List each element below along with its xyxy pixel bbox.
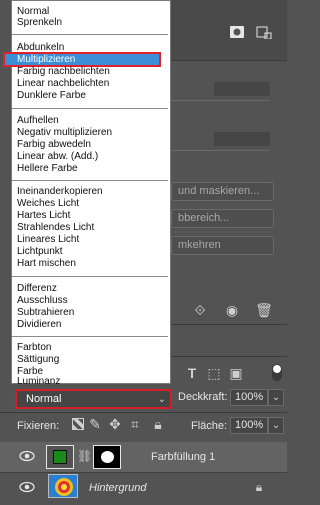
divider (171, 356, 287, 357)
visibility-eye-icon[interactable] (18, 480, 36, 496)
layer-row-color-fill[interactable] (0, 442, 287, 472)
chevron-down-icon: ⌄ (271, 420, 281, 431)
opacity-label: Deckkraft: (178, 391, 228, 403)
image-preview (49, 475, 77, 497)
lock-transparent-icon[interactable] (72, 418, 84, 430)
lock-all-icon[interactable]: 🔒︎ (150, 416, 166, 433)
chain-link-icon[interactable]: ⛓ (77, 449, 92, 463)
menu-item-multiply[interactable]: Multiplizieren (17, 54, 75, 66)
menu-item-linear-light[interactable]: Lineares Licht (17, 234, 79, 246)
opacity-input[interactable]: 100% (230, 389, 268, 406)
mask-pixel-icon[interactable] (228, 25, 246, 42)
mask-shape (101, 451, 114, 463)
divider (0, 412, 287, 413)
menu-item-subtract[interactable]: Subtrahieren (17, 307, 74, 319)
divider (171, 324, 287, 325)
menu-item-dissolve[interactable]: Sprenkeln (17, 17, 62, 29)
menu-item-difference[interactable]: Differenz (17, 283, 57, 295)
shape-filter-icon[interactable]: ⬚ (206, 365, 222, 382)
menu-item-hard-mix[interactable]: Hart mischen (17, 258, 76, 270)
fill-input[interactable]: 100% (230, 417, 268, 434)
menu-item-darker-color[interactable]: Dunklere Farbe (17, 90, 86, 102)
delete-mask-icon[interactable]: 🗑 (254, 302, 274, 319)
layer-thumbnail-image[interactable] (48, 474, 78, 498)
menu-item-hue[interactable]: Farbton (17, 342, 51, 354)
smart-object-filter-icon[interactable]: ▣ (228, 365, 244, 382)
chevron-down-icon: ⌄ (271, 392, 281, 403)
visibility-eye-icon[interactable] (18, 449, 36, 465)
menu-item-linear-burn[interactable]: Linear nachbelichten (17, 78, 109, 90)
menu-item-pin-light[interactable]: Lichtpunkt (17, 246, 63, 258)
divider (171, 60, 287, 61)
layer-mask-thumbnail[interactable] (93, 445, 121, 469)
menu-item-darken[interactable]: Abdunkeln (17, 42, 64, 54)
lock-image-brush-icon[interactable]: ✎ (88, 416, 102, 433)
layer-name[interactable]: Farbfüllung 1 (151, 451, 215, 463)
menu-item-saturation[interactable]: Sättigung (17, 354, 59, 366)
mask-vector-icon[interactable] (255, 25, 273, 42)
menu-item-divide[interactable]: Dividieren (17, 319, 61, 331)
menu-separator (12, 276, 168, 277)
menu-item-hard-light[interactable]: Hartes Licht (17, 210, 70, 222)
lock-artboard-icon[interactable]: ⌗ (127, 416, 143, 433)
menu-item-vivid-light[interactable]: Strahlendes Licht (17, 222, 94, 234)
density-field[interactable] (214, 82, 270, 96)
menu-item-color-burn[interactable]: Farbig nachbelichten (17, 66, 110, 78)
select-and-mask-button[interactable]: und maskieren... (171, 182, 274, 201)
fill-label: Fläche: (191, 420, 228, 432)
feather-slider[interactable] (171, 150, 270, 151)
menu-separator (12, 108, 168, 109)
layer-thumbnail-frame[interactable] (46, 445, 74, 469)
type-filter-icon[interactable]: T (184, 365, 200, 381)
color-range-button[interactable]: bbereich... (171, 209, 274, 228)
layer-name[interactable]: Hintergrund (89, 482, 146, 494)
menu-item-lighter-color[interactable]: Hellere Farbe (17, 163, 78, 175)
feather-field[interactable] (214, 132, 270, 146)
menu-item-color-dodge[interactable]: Farbig abwedeln (17, 139, 91, 151)
menu-separator (12, 34, 168, 35)
filter-toggle[interactable] (272, 364, 282, 381)
menu-item-screen[interactable]: Negativ multiplizieren (17, 127, 112, 139)
density-slider[interactable] (171, 100, 270, 101)
menu-item-luminosity[interactable]: Luminanz (17, 377, 60, 387)
divider (0, 472, 287, 473)
menu-item-lighten[interactable]: Aufhellen (17, 115, 59, 127)
load-selection-icon[interactable]: ⟐ (190, 302, 210, 319)
blend-mode-value: Normal (26, 393, 62, 405)
fill-dropdown[interactable]: ⌄ (268, 417, 284, 434)
apply-mask-icon[interactable]: ◉ (222, 302, 242, 319)
menu-item-exclusion[interactable]: Ausschluss (17, 295, 68, 307)
layer-lock-icon[interactable]: 🔒︎ (252, 480, 266, 495)
menu-item-overlay[interactable]: Ineinanderkopieren (17, 186, 103, 198)
lock-label: Fixieren: (17, 420, 60, 432)
blend-mode-select[interactable]: Normal ⌄ (15, 389, 172, 409)
color-swatch (53, 450, 67, 464)
menu-item-linear-dodge[interactable]: Linear abw. (Add.) (17, 151, 98, 163)
lock-position-move-icon[interactable]: ✥ (107, 416, 123, 433)
invert-button[interactable]: mkehren (171, 236, 274, 255)
opacity-dropdown[interactable]: ⌄ (268, 389, 284, 406)
menu-separator (12, 336, 168, 337)
chevron-down-icon: ⌄ (157, 394, 166, 405)
menu-item-soft-light[interactable]: Weiches Licht (17, 198, 79, 210)
menu-separator (12, 180, 168, 181)
